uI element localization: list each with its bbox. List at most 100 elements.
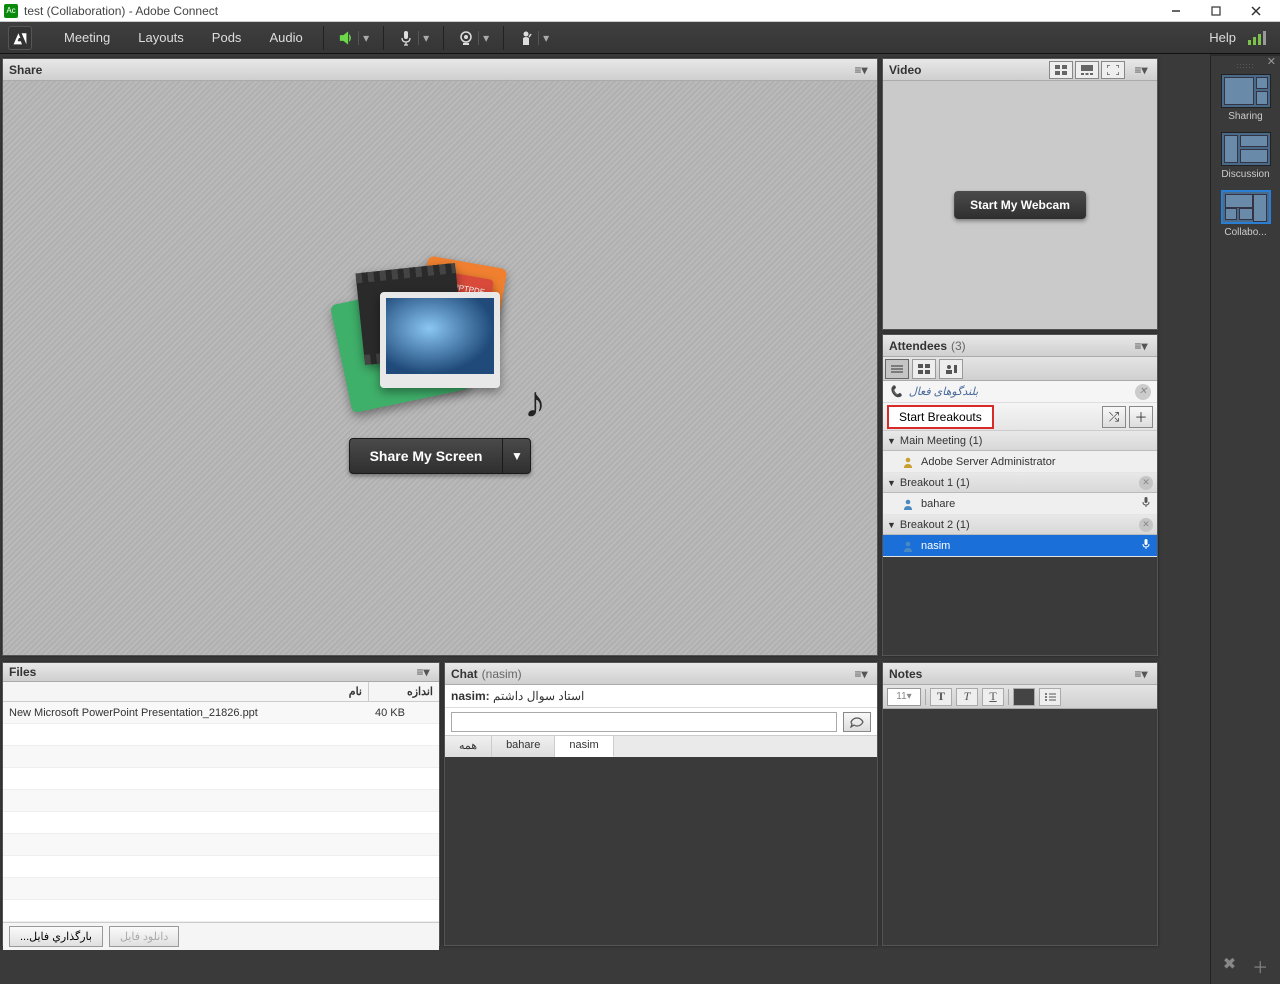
pod-options-icon[interactable]: ≡▾: [1131, 61, 1151, 79]
webcam-dropdown[interactable]: ▾: [478, 31, 490, 45]
share-pod: Share ≡▾ PPTPDF ♪ Share My Screen ▼: [2, 58, 878, 656]
attendee-row[interactable]: nasim: [883, 535, 1157, 557]
chat-pod-header[interactable]: Chat (nasim) ≡▾: [445, 663, 877, 685]
attendee-row[interactable]: bahare: [883, 493, 1157, 515]
layout-delete-icon[interactable]: ✖: [1223, 954, 1236, 978]
notes-bold-icon[interactable]: T: [930, 688, 952, 706]
remove-group-icon[interactable]: ✕: [1139, 476, 1153, 490]
pod-options-icon[interactable]: ≡▾: [1131, 337, 1151, 355]
notes-color-icon[interactable]: [1013, 688, 1035, 706]
start-my-webcam-button[interactable]: Start My Webcam: [954, 191, 1086, 219]
menu-layouts[interactable]: Layouts: [124, 30, 198, 45]
chat-input[interactable]: [451, 712, 837, 732]
chat-send-button[interactable]: [843, 712, 871, 732]
close-speakers-icon[interactable]: ✕: [1135, 384, 1151, 400]
file-row[interactable]: New Microsoft PowerPoint Presentation_21…: [3, 702, 439, 724]
layout-thumb-icon: [1221, 132, 1271, 166]
notes-pod-header[interactable]: Notes ≡▾: [883, 663, 1157, 685]
attendee-list-view-icon[interactable]: [885, 359, 909, 379]
layouts-rail-close[interactable]: ✕: [1267, 55, 1276, 68]
download-file-button[interactable]: دانلود فایل: [109, 926, 179, 947]
menu-audio[interactable]: Audio: [255, 30, 316, 45]
window-title: test (Collaboration) - Adobe Connect: [24, 4, 1156, 18]
pod-title: Files: [9, 665, 36, 679]
pod-options-icon[interactable]: ≡▾: [851, 665, 871, 683]
attendees-pod-body: 📞 بلندگوهای فعال ✕ Start Breakouts ⤮ ＋ ▼…: [883, 357, 1157, 557]
notes-underline-icon[interactable]: T: [982, 688, 1004, 706]
mic-button[interactable]: ▾: [390, 25, 437, 51]
pod-options-icon[interactable]: ≡▾: [851, 61, 871, 79]
speaker-dropdown[interactable]: ▾: [358, 31, 370, 45]
video-filmstrip-view-icon[interactable]: [1075, 61, 1099, 79]
title-bar: Ac test (Collaboration) - Adobe Connect: [0, 0, 1280, 22]
share-dropdown-icon[interactable]: ▼: [502, 439, 530, 473]
share-my-screen-button[interactable]: Share My Screen ▼: [349, 438, 532, 474]
attendees-pod-header[interactable]: Attendees (3) ≡▾: [883, 335, 1157, 357]
pod-title: Share: [9, 63, 42, 77]
chat-tab[interactable]: nasim: [555, 736, 613, 757]
files-column-name[interactable]: نام: [3, 682, 369, 701]
add-breakout-icon[interactable]: ＋: [1129, 406, 1153, 428]
chat-tab[interactable]: bahare: [492, 736, 555, 757]
attendee-group-header[interactable]: ▼Breakout 1 (1)✕: [883, 473, 1157, 493]
layout-add-icon[interactable]: ＋: [1252, 954, 1268, 978]
video-pod-header[interactable]: Video ≡▾: [883, 59, 1157, 81]
attendee-row[interactable]: Adobe Server Administrator: [883, 451, 1157, 473]
adobe-logo-icon[interactable]: [8, 26, 32, 50]
upload-file-button[interactable]: بارگذاري فایل...: [9, 926, 103, 947]
menu-pods[interactable]: Pods: [198, 30, 256, 45]
raise-hand-button[interactable]: ▾: [510, 25, 557, 51]
mic-status-icon: [1141, 538, 1151, 553]
files-pod-header[interactable]: Files ≡▾: [3, 663, 439, 682]
layout-item-sharing[interactable]: Sharing: [1219, 74, 1273, 122]
menu-meeting[interactable]: Meeting: [50, 30, 124, 45]
speaker-button[interactable]: ▾: [330, 25, 377, 51]
notes-italic-icon[interactable]: T: [956, 688, 978, 706]
remove-group-icon[interactable]: ✕: [1139, 518, 1153, 532]
raise-hand-dropdown[interactable]: ▾: [538, 31, 550, 45]
chat-tabs: همهbaharenasim: [445, 735, 877, 757]
menu-separator: [323, 26, 324, 50]
help-menu[interactable]: Help: [1209, 30, 1236, 45]
minimize-button[interactable]: [1156, 0, 1196, 22]
menu-bar: Meeting Layouts Pods Audio ▾ ▾ ▾ ▾ Help: [0, 22, 1280, 54]
layout-item-discussion[interactable]: Discussion: [1219, 132, 1273, 180]
chat-subtitle: (nasim): [482, 667, 522, 681]
pod-title: Attendees: [889, 339, 947, 353]
mic-icon: [397, 29, 415, 47]
layout-thumb-icon: [1221, 74, 1271, 108]
maximize-button[interactable]: [1196, 0, 1236, 22]
layout-thumb-icon: [1221, 190, 1271, 224]
notes-pod-body: 11 ▾ T T T: [883, 685, 1157, 709]
pod-options-icon[interactable]: ≡▾: [1131, 665, 1151, 683]
notes-bullets-icon[interactable]: [1039, 688, 1061, 706]
webcam-icon: [457, 29, 475, 47]
files-column-size[interactable]: اندازه: [369, 682, 439, 701]
video-fullscreen-icon[interactable]: [1101, 61, 1125, 79]
layouts-rail-footer: ✖ ＋: [1211, 954, 1280, 978]
layout-item-collaboration[interactable]: Collabo...: [1219, 190, 1273, 238]
pod-options-icon[interactable]: ≡▾: [413, 663, 433, 681]
attendee-breakout-view-icon[interactable]: [912, 359, 936, 379]
notes-pod: Notes ≡▾ 11 ▾ T T T: [882, 662, 1158, 946]
video-grid-view-icon[interactable]: [1049, 61, 1073, 79]
files-pod-body: نام اندازه New Microsoft PowerPoint Pres…: [3, 682, 439, 950]
rotate-breakouts-icon[interactable]: ⤮: [1102, 406, 1126, 428]
close-button[interactable]: [1236, 0, 1276, 22]
start-breakouts-button[interactable]: Start Breakouts: [887, 405, 994, 429]
notes-font-size[interactable]: 11 ▾: [887, 688, 921, 706]
connection-status-icon[interactable]: [1248, 31, 1266, 45]
attendees-pod: Attendees (3) ≡▾ 📞 بلندگوهای فعال ✕ Star…: [882, 334, 1158, 656]
webcam-button[interactable]: ▾: [450, 25, 497, 51]
attendee-group-header[interactable]: ▼Breakout 2 (1)✕: [883, 515, 1157, 535]
chat-tab[interactable]: همه: [445, 736, 492, 757]
attendees-count: (3): [951, 339, 966, 353]
chat-message: nasim: استاد سوال داشتم: [451, 689, 871, 703]
mic-dropdown[interactable]: ▾: [418, 31, 430, 45]
files-list[interactable]: New Microsoft PowerPoint Presentation_21…: [3, 702, 439, 922]
attendee-group-header[interactable]: ▼Main Meeting (1): [883, 431, 1157, 451]
share-pod-header[interactable]: Share ≡▾: [3, 59, 877, 81]
attendee-status-view-icon[interactable]: [939, 359, 963, 379]
chat-log[interactable]: nasim: استاد سوال داشتم: [445, 685, 877, 707]
chat-pod-body: nasim: استاد سوال داشتم همهbaharenasim: [445, 685, 877, 757]
